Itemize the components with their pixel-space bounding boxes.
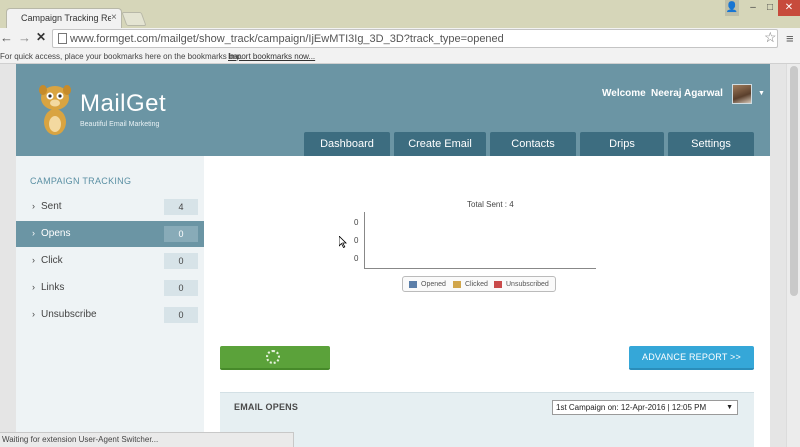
status-bar: Waiting for extension User-Agent Switche… bbox=[0, 432, 294, 447]
sidebar-item-label: Opens bbox=[41, 228, 71, 239]
tab-title: Campaign Tracking Repo bbox=[21, 13, 111, 23]
stop-loading-icon[interactable]: ✕ bbox=[36, 30, 46, 44]
app-header: MailGet Beautiful Email Marketing Welcom… bbox=[16, 64, 770, 156]
sidebar-item-count: 0 bbox=[164, 280, 198, 296]
url-text[interactable]: www.formget.com/mailget/show_track/campa… bbox=[70, 33, 504, 45]
sidebar-item-sent[interactable]: › Sent 4 bbox=[16, 194, 204, 220]
address-bar[interactable]: www.formget.com/mailget/show_track/campa… bbox=[52, 29, 778, 48]
welcome-label: Welcome bbox=[602, 88, 646, 99]
new-tab-button[interactable] bbox=[121, 12, 147, 26]
sidebar-item-count: 4 bbox=[164, 199, 198, 215]
chevron-right-icon: › bbox=[32, 255, 35, 265]
y-tick-label: 0 bbox=[354, 218, 359, 227]
chevron-right-icon: › bbox=[32, 309, 35, 319]
user-name[interactable]: Neeraj Agarwal bbox=[651, 88, 723, 99]
tab-create-email[interactable]: Create Email bbox=[394, 132, 486, 156]
brand-name[interactable]: MailGet bbox=[80, 90, 166, 118]
legend-label-unsubscribed: Unsubscribed bbox=[506, 281, 549, 288]
tab-dashboard[interactable]: Dashboard bbox=[304, 132, 390, 156]
sidebar-item-links[interactable]: › Links 0 bbox=[16, 275, 204, 301]
bookmark-star-icon[interactable]: ☆ bbox=[764, 29, 777, 46]
tracking-chart: Total Sent : 4 0 0 0 Opened Clicked Unsu… bbox=[354, 196, 604, 296]
campaign-select[interactable]: 1st Campaign on: 12-Apr-2016 | 12:05 PM … bbox=[552, 400, 738, 415]
email-opens-title: EMAIL OPENS bbox=[234, 402, 299, 412]
tab-drips[interactable]: Drips bbox=[580, 132, 664, 156]
chart-legend: Opened Clicked Unsubscribed bbox=[402, 276, 556, 292]
browser-tab[interactable]: Campaign Tracking Repo × bbox=[6, 8, 122, 28]
maximize-icon[interactable]: □ bbox=[763, 0, 777, 16]
minimize-icon[interactable]: – bbox=[744, 0, 762, 16]
sidebar-item-label: Links bbox=[41, 282, 65, 293]
advance-report-button[interactable]: ADVANCE REPORT >> bbox=[629, 346, 754, 370]
browser-titlebar: Campaign Tracking Repo × 👤 – □ ✕ bbox=[0, 0, 800, 28]
legend-label-clicked: Clicked bbox=[465, 281, 488, 288]
browser-menu-icon[interactable]: ≡ bbox=[786, 31, 794, 46]
main-content: Total Sent : 4 0 0 0 Opened Clicked Unsu… bbox=[204, 156, 770, 447]
sidebar-item-label: Click bbox=[41, 255, 63, 266]
sidebar-item-unsubscribe[interactable]: › Unsubscribe 0 bbox=[16, 302, 204, 328]
page-scrollbar[interactable] bbox=[786, 64, 800, 447]
chevron-down-icon[interactable]: ▼ bbox=[758, 90, 765, 97]
sidebar-item-count: 0 bbox=[164, 253, 198, 269]
page-icon bbox=[58, 33, 67, 44]
window-close-icon[interactable]: ✕ bbox=[778, 0, 800, 16]
mailget-logo-icon bbox=[39, 85, 71, 135]
y-axis bbox=[364, 212, 365, 268]
browser-toolbar: ← → ✕ www.formget.com/mailget/show_track… bbox=[0, 28, 800, 49]
campaign-select-value: 1st Campaign on: 12-Apr-2016 | 12:05 PM bbox=[556, 403, 707, 412]
brand-tagline: Beautiful Email Marketing bbox=[80, 121, 160, 128]
chevron-right-icon: › bbox=[32, 282, 35, 292]
tab-settings[interactable]: Settings bbox=[668, 132, 754, 156]
chevron-right-icon: › bbox=[32, 201, 35, 211]
loading-button[interactable] bbox=[220, 346, 330, 370]
bookmarks-hint: For quick access, place your bookmarks h… bbox=[0, 52, 243, 61]
email-opens-panel: EMAIL OPENS 1st Campaign on: 12-Apr-2016… bbox=[220, 392, 754, 447]
sidebar-item-label: Unsubscribe bbox=[41, 309, 97, 320]
legend-swatch-opened bbox=[409, 281, 417, 288]
scrollbar-thumb[interactable] bbox=[790, 66, 798, 296]
sidebar-item-opens[interactable]: › Opens 0 bbox=[16, 221, 204, 247]
back-icon[interactable]: ← bbox=[0, 30, 13, 45]
chevron-down-icon: ▼ bbox=[726, 404, 733, 411]
sidebar-item-label: Sent bbox=[41, 201, 62, 212]
sidebar: CAMPAIGN TRACKING › Sent 4 › Opens 0 › C… bbox=[16, 156, 204, 447]
y-tick-label: 0 bbox=[354, 254, 359, 263]
sidebar-item-count: 0 bbox=[164, 226, 198, 242]
legend-swatch-unsubscribed bbox=[494, 281, 502, 288]
chevron-right-icon: › bbox=[32, 228, 35, 238]
y-tick-label: 0 bbox=[354, 236, 359, 245]
spinner-icon bbox=[266, 350, 280, 364]
avatar[interactable] bbox=[732, 84, 752, 104]
user-profile-icon[interactable]: 👤 bbox=[725, 0, 739, 16]
tab-close-icon[interactable]: × bbox=[111, 12, 117, 23]
sidebar-item-count: 0 bbox=[164, 307, 198, 323]
bookmarks-bar: For quick access, place your bookmarks h… bbox=[0, 49, 800, 64]
tab-contacts[interactable]: Contacts bbox=[490, 132, 576, 156]
import-bookmarks-link[interactable]: Import bookmarks now... bbox=[228, 52, 315, 61]
legend-swatch-clicked bbox=[453, 281, 461, 288]
mouse-cursor-icon bbox=[339, 236, 347, 248]
x-axis bbox=[364, 268, 596, 269]
sidebar-title: CAMPAIGN TRACKING bbox=[30, 176, 132, 186]
total-sent-label: Total Sent : 4 bbox=[467, 200, 514, 209]
forward-icon[interactable]: → bbox=[18, 30, 31, 45]
page-viewport: MailGet Beautiful Email Marketing Welcom… bbox=[0, 64, 800, 447]
legend-label-opened: Opened bbox=[421, 281, 446, 288]
sidebar-item-click[interactable]: › Click 0 bbox=[16, 248, 204, 274]
